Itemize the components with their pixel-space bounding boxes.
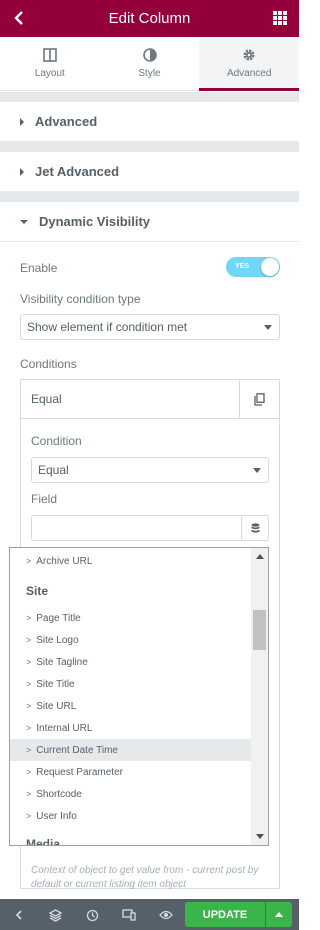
list-item[interactable]: > Internal URL	[10, 717, 252, 739]
chevron-down-icon	[264, 325, 272, 330]
list-item-label: Site URL	[36, 700, 77, 712]
chevron-right-icon: >	[26, 723, 32, 733]
panel-title: Edit Column	[108, 10, 191, 27]
tab-style-label: Style	[138, 68, 161, 79]
divider	[0, 141, 299, 152]
enable-toggle[interactable]: YES	[226, 257, 280, 277]
list-group-site: Site	[26, 583, 49, 598]
list-item[interactable]: > Site Title	[10, 673, 252, 695]
list-item-label: Page Title	[36, 612, 81, 624]
conditions-label: Conditions	[20, 357, 77, 371]
list-item[interactable]: > Page Title	[10, 607, 252, 629]
chevron-right-icon: >	[26, 745, 32, 755]
dropdown-scrollbar[interactable]	[251, 548, 268, 845]
list-item-label: Current Date Time	[36, 744, 118, 756]
caret-right-icon	[20, 117, 24, 126]
widgets-grid-icon[interactable]	[273, 11, 287, 25]
caret-down-icon	[20, 219, 28, 224]
field-help-text: Context of object to get value from - cu…	[31, 865, 259, 890]
enable-label: Enable	[20, 261, 58, 275]
panel-header: Edit Column	[0, 0, 299, 37]
section-advanced-title: Advanced	[35, 114, 98, 129]
list-item[interactable]: > Archive URL	[10, 548, 252, 574]
tab-advanced-label: Advanced	[226, 68, 272, 79]
chevron-right-icon: >	[26, 556, 32, 566]
condition-type-label: Visibility condition type	[20, 292, 141, 306]
list-item[interactable]: > Request Parameter	[10, 761, 252, 783]
list-item[interactable]: > Site Logo	[10, 629, 252, 651]
scrollbar-thumb[interactable]	[253, 610, 266, 650]
field-dropdown-list: > Archive URL Site > Page Title > Site Logo…	[9, 547, 269, 846]
list-item-label: Internal URL	[36, 722, 93, 734]
chevron-down-icon	[253, 468, 261, 473]
chevron-right-icon: >	[26, 789, 32, 799]
chevron-right-icon: >	[26, 811, 32, 821]
condition-type-value: Show element if condition met	[27, 320, 188, 334]
list-item-label: User Info	[36, 810, 77, 822]
list-item[interactable]: > Site URL	[10, 695, 252, 717]
section-jet-advanced-title: Jet Advanced	[35, 164, 120, 179]
section-dynamic-visibility[interactable]: Dynamic Visibility	[0, 202, 299, 242]
field-input[interactable]	[31, 515, 269, 541]
list-item-label: Site Title	[36, 678, 75, 690]
list-item-highlighted[interactable]: > Current Date Time	[10, 739, 252, 761]
duplicate-icon[interactable]	[239, 380, 279, 418]
tab-layout[interactable]: Layout	[0, 37, 100, 90]
condition-select[interactable]: Equal	[31, 457, 269, 483]
update-options-button[interactable]	[266, 902, 292, 927]
panel-tabs: Layout Style Advanced	[0, 37, 300, 91]
layout-icon	[43, 48, 57, 62]
section-advanced[interactable]: Advanced	[0, 102, 299, 142]
list-item[interactable]: > User Info	[10, 805, 252, 827]
chevron-right-icon: >	[26, 657, 32, 667]
list-item[interactable]: > Site Tagline	[10, 651, 252, 673]
condition-value: Equal	[38, 463, 69, 477]
condition-type-select[interactable]: Show element if condition met	[20, 314, 280, 340]
chevron-left-icon[interactable]	[11, 907, 27, 923]
list-item[interactable]: > Shortcode	[10, 783, 252, 805]
responsive-icon[interactable]	[121, 907, 137, 923]
style-icon	[142, 48, 157, 62]
list-group-media: Media	[26, 836, 61, 846]
list-item-label: Archive URL	[36, 555, 93, 567]
layers-icon[interactable]	[47, 907, 63, 923]
caret-right-icon	[20, 167, 24, 176]
divider	[0, 92, 299, 102]
tab-advanced[interactable]: Advanced	[199, 37, 300, 91]
tab-style[interactable]: Style	[100, 37, 200, 90]
enable-toggle-text: YES	[235, 263, 250, 270]
chevron-right-icon: >	[26, 767, 32, 777]
chevron-right-icon: >	[26, 635, 32, 645]
database-icon[interactable]	[241, 516, 268, 540]
history-icon[interactable]	[84, 907, 100, 923]
divider	[0, 191, 299, 202]
list-item-label: Shortcode	[36, 788, 82, 800]
update-button[interactable]: UPDATE	[185, 902, 265, 927]
scroll-down-icon[interactable]	[256, 834, 264, 839]
chevron-right-icon: >	[26, 613, 32, 623]
list-item-label: Request Parameter	[36, 766, 123, 778]
tab-layout-label: Layout	[34, 68, 65, 79]
list-item-label: Site Logo	[36, 634, 79, 646]
gear-icon	[243, 49, 255, 61]
chevron-right-icon: >	[26, 701, 32, 711]
condition-label: Condition	[31, 434, 82, 448]
section-jet-advanced[interactable]: Jet Advanced	[0, 152, 299, 192]
chevron-right-icon: >	[26, 679, 32, 689]
field-label: Field	[31, 492, 58, 506]
list-item-label: Site Tagline	[36, 656, 88, 668]
preview-eye-icon[interactable]	[158, 907, 174, 923]
toggle-knob	[261, 258, 279, 276]
condition-item-header[interactable]: Equal	[21, 380, 279, 419]
condition-item-title: Equal	[31, 392, 62, 406]
panel-footer: UPDATE	[0, 899, 299, 930]
scroll-up-icon[interactable]	[256, 554, 264, 559]
section-dynamic-visibility-title: Dynamic Visibility	[39, 214, 151, 229]
